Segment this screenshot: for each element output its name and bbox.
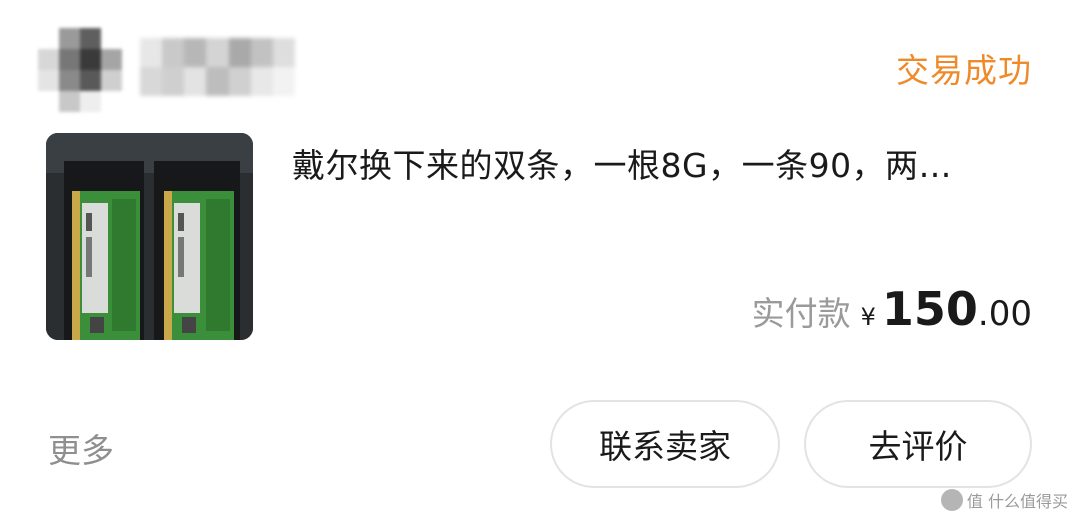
ram-sticks-image (46, 133, 253, 340)
currency-symbol: ¥ (860, 303, 876, 331)
watermark-text: 值 什么值得买 (966, 492, 1068, 511)
more-link[interactable]: 更多 (48, 424, 114, 472)
price-label: 实付款 (751, 294, 851, 333)
product-image[interactable] (46, 133, 253, 340)
shop-name[interactable] (140, 38, 295, 96)
order-status: 交易成功 (896, 51, 1032, 90)
product-title[interactable]: 戴尔换下来的双条，一根8G，一条90，两… (292, 139, 1032, 187)
watermark-logo-icon (940, 489, 963, 511)
watermark: 值 什么值得买 (940, 488, 1068, 512)
shop-avatar[interactable] (38, 28, 122, 112)
order-card: 交易成功 戴尔换下来的双条，一根8G，一条90，两… 实付款 ¥ 150 .00… (0, 0, 1080, 518)
review-button[interactable]: 去评价 (804, 400, 1032, 488)
paid-amount: 实付款 ¥ 150 .00 (752, 282, 1032, 336)
price-decimal: .00 (977, 294, 1032, 334)
price-integer: 150 (881, 282, 978, 336)
contact-seller-button[interactable]: 联系卖家 (550, 400, 780, 488)
